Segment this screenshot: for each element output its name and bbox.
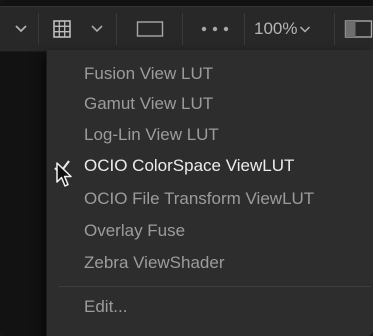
menu-item-zebra-viewshader[interactable]: Zebra ViewShader [47, 248, 373, 278]
view-options-dropdown[interactable] [8, 7, 34, 51]
menu-item-label: Fusion View LUT [84, 64, 214, 83]
more-icon [201, 26, 229, 32]
menu-item-label: Overlay Fuse [84, 221, 186, 240]
viewer-frame: 100% Fusion View LUT Gamut View LUT Log-… [0, 0, 373, 336]
viewer-toolbar: 100% [0, 6, 373, 52]
menu-item-fusion-view-lut[interactable]: Fusion View LUT [47, 59, 373, 89]
grid-icon [53, 20, 71, 38]
chevron-down-icon [91, 25, 103, 33]
region-button[interactable] [126, 7, 174, 51]
chevron-down-icon [300, 25, 311, 33]
menu-item-label: OCIO File Transform ViewLUT [84, 189, 315, 208]
menu-item-label: Edit... [84, 297, 128, 316]
menu-item-overlay-fuse[interactable]: Overlay Fuse [47, 216, 373, 246]
menu-item-edit[interactable]: Edit... [47, 292, 373, 322]
chevron-down-icon [15, 25, 27, 33]
menu-item-ocio-file-transform-viewlut[interactable]: OCIO File Transform ViewLUT [47, 184, 373, 214]
menu-item-log-lin-view-lut[interactable]: Log-Lin View LUT [47, 120, 373, 150]
toolbar-separator [38, 13, 39, 45]
grid-options-dropdown[interactable] [84, 7, 110, 51]
grid-button[interactable] [44, 7, 80, 51]
menu-item-gamut-view-lut[interactable]: Gamut View LUT [47, 89, 373, 119]
menu-item-ocio-colorspace-viewlut[interactable]: OCIO ColorSpace ViewLUT [47, 151, 373, 181]
split-view-button[interactable] [344, 7, 373, 51]
toolbar-separator [116, 13, 117, 45]
menu-item-label: Log-Lin View LUT [84, 125, 219, 144]
menu-item-label: Gamut View LUT [84, 94, 214, 113]
toolbar-separator [244, 13, 245, 45]
more-options-button[interactable] [190, 7, 240, 51]
zoom-label: 100% [254, 19, 298, 38]
mouse-cursor-icon [56, 162, 72, 187]
view-lut-menu: Fusion View LUT Gamut View LUT Log-Lin V… [46, 50, 373, 336]
zoom-dropdown[interactable]: 100% [248, 7, 328, 51]
menu-item-label: Zebra ViewShader [84, 253, 225, 272]
split-view-icon [344, 20, 373, 38]
menu-item-label: OCIO ColorSpace ViewLUT [84, 156, 295, 175]
menu-divider [59, 286, 371, 287]
toolbar-separator [334, 13, 335, 45]
rectangle-icon [136, 21, 164, 37]
toolbar-separator [182, 13, 183, 45]
